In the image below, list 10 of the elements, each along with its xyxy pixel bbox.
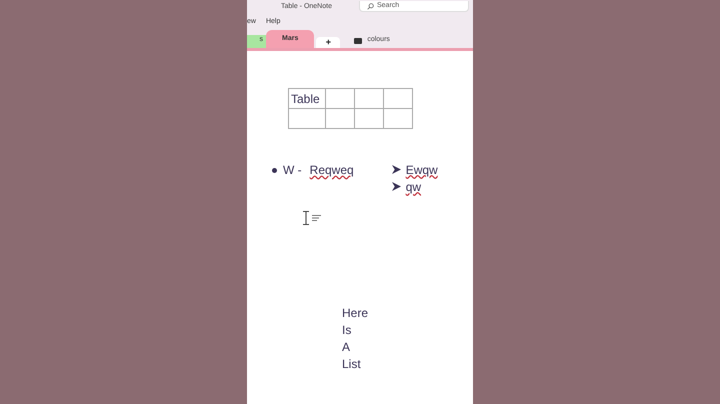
table-cell: Table <box>288 88 326 108</box>
list-line: Here <box>342 305 370 322</box>
bullet-prefix: W - <box>283 162 302 179</box>
add-section-button[interactable]: + <box>316 37 340 48</box>
list-line: Is <box>342 322 352 339</box>
list-item: Ewqw <box>406 162 438 178</box>
list-line: List <box>342 356 362 373</box>
list-line: A <box>342 339 352 356</box>
bullet-text: Reqweq <box>310 162 354 179</box>
list-item: qw <box>406 178 422 196</box>
